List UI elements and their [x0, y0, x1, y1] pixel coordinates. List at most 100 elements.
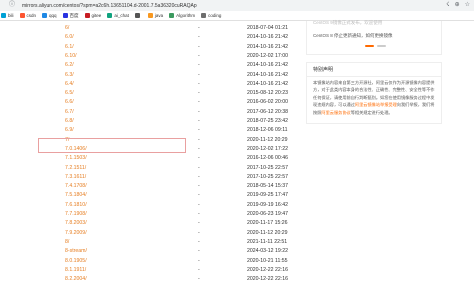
- bookmark-label: bili: [8, 13, 14, 18]
- directory-link[interactable]: 6.3/: [65, 71, 74, 80]
- notice-text: 等相关规定进行处理。: [350, 109, 393, 115]
- bookmark-favicon-icon: [107, 13, 113, 18]
- bookmark-item[interactable]: java: [147, 13, 164, 18]
- bookmark-label: gitee: [91, 13, 102, 18]
- table-row: 7.3.1611/ - 2017-10-25 22:57: [0, 173, 300, 182]
- table-row: 6.1/ - 2014-10-16 21:42: [0, 43, 300, 52]
- size-cell: -: [198, 62, 200, 69]
- notice-panel: 特别声明 本镜像站内容来自第三方开源社，阿里云仅作为开源镜像内容提供方，对于此类…: [306, 62, 442, 124]
- directory-link[interactable]: 7.9.2009/: [65, 229, 87, 238]
- directory-listing: 6/ - 2018-07-04 01:21 6.0/ - 2014-10-16 21:42…: [0, 21, 300, 291]
- table-row: 6.10/ - 2020-12-02 17:00: [0, 52, 300, 61]
- table-row: 7.2.1511/ - 2017-10-25 22:57: [0, 164, 300, 173]
- site-info-icon[interactable]: ⓘ: [9, 2, 15, 9]
- zoom-icon[interactable]: ⊕: [455, 2, 460, 9]
- date-cell: 2017-10-25 22:57: [247, 173, 288, 180]
- address-bar[interactable]: ⓘ mirrors.aliyun.com/centos/?spm=a2c6h.1…: [0, 0, 474, 11]
- bookmark-item[interactable]: gitee: [84, 13, 102, 18]
- size-cell: -: [198, 276, 200, 283]
- table-row: 6.0/ - 2014-10-16 21:42: [0, 33, 300, 42]
- directory-link[interactable]: 7.3.1611/: [65, 173, 86, 182]
- bookmark-favicon-icon: [1, 13, 6, 18]
- size-cell: -: [198, 52, 200, 59]
- size-cell: -: [198, 127, 200, 134]
- date-cell: 2019-09-19 16:42: [247, 201, 288, 208]
- date-cell: 2017-06-12 20:38: [247, 108, 288, 115]
- bookmarks-bar: bili csdn qqq 百度 gitee ai_chat java Algorithm co…: [0, 11, 474, 21]
- bookmark-label: ai_chat: [114, 13, 129, 18]
- directory-link[interactable]: 7.2.1511/: [65, 164, 86, 173]
- table-row: 6/ - 2018-07-04 01:21: [0, 24, 300, 33]
- translate-icon[interactable]: ☇: [446, 2, 449, 9]
- directory-link[interactable]: 8-stream/: [65, 247, 87, 256]
- directory-link[interactable]: 6.8/: [65, 117, 74, 126]
- directory-link[interactable]: 6/: [65, 24, 69, 33]
- directory-link[interactable]: 7.8.2003/: [65, 219, 87, 228]
- table-row: 7.8.2003/ - 2020-11-17 15:26: [0, 219, 300, 228]
- size-cell: -: [198, 164, 200, 171]
- date-cell: 2018-07-25 23:42: [247, 118, 288, 124]
- bookmark-item[interactable]: ai_chat: [107, 13, 129, 18]
- bookmark-item[interactable]: qqq: [42, 13, 57, 18]
- announcement-link-1[interactable]: CentOS 9镜像正式发布，欢迎使用: [313, 20, 382, 26]
- date-cell: 2020-12-22 22:16: [247, 266, 288, 273]
- size-cell: -: [198, 238, 200, 245]
- directory-link[interactable]: 7.7.1908/: [65, 210, 87, 219]
- directory-link[interactable]: 6.1/: [65, 43, 74, 52]
- size-cell: -: [198, 229, 200, 236]
- bookmark-favicon-icon: [169, 13, 175, 18]
- size-cell: -: [198, 248, 200, 255]
- url-text[interactable]: mirrors.aliyun.com/centos/?spm=a2c6h.136…: [22, 3, 197, 9]
- directory-link[interactable]: 6.7/: [65, 108, 74, 117]
- table-row: 7.6.1810/ - 2019-09-19 16:42: [0, 201, 300, 210]
- directory-link[interactable]: 8.2.2004/: [65, 275, 87, 284]
- directory-link[interactable]: 7.6.1810/: [65, 201, 87, 210]
- bookmark-item[interactable]: bili: [1, 13, 14, 18]
- bookmark-item[interactable]: csdn: [19, 13, 37, 18]
- table-row: 6.3/ - 2014-10-16 21:42: [0, 71, 300, 80]
- directory-link[interactable]: 6.5/: [65, 89, 74, 98]
- directory-link[interactable]: 6.2/: [65, 61, 74, 70]
- carousel-dot[interactable]: [365, 45, 374, 47]
- size-cell: -: [198, 80, 200, 87]
- bookmark-label: qqq: [49, 13, 57, 18]
- directory-link[interactable]: 8.1.1911/: [65, 266, 86, 275]
- carousel-dots[interactable]: [365, 45, 386, 47]
- directory-link[interactable]: 6.10/: [65, 52, 77, 61]
- directory-link[interactable]: 6.6/: [65, 98, 74, 107]
- date-cell: 2014-10-16 21:42: [247, 43, 288, 50]
- directory-link[interactable]: 6.0/: [65, 33, 74, 42]
- size-cell: -: [198, 220, 200, 227]
- date-cell: 2020-12-02 17:00: [247, 52, 288, 59]
- report-link[interactable]: 阿里云镜像站举报受理: [355, 102, 397, 107]
- date-cell: 2024-03-12 19:22: [247, 248, 288, 255]
- directory-link[interactable]: 8.0.1905/: [65, 257, 87, 266]
- bookmark-star-icon[interactable]: ☆: [465, 2, 470, 9]
- bookmark-item[interactable]: coding: [201, 13, 221, 18]
- directory-link[interactable]: 7.1.1503/: [65, 154, 87, 163]
- size-cell: -: [198, 71, 200, 78]
- table-row: 6.5/ - 2015-08-12 20:23: [0, 89, 300, 98]
- service-agreement-link[interactable]: 阿里云服务协议: [321, 110, 350, 115]
- size-cell: -: [198, 155, 200, 162]
- table-row: 8.2.2004/ - 2020-12-22 22:16: [0, 275, 300, 284]
- bookmark-label: java: [154, 13, 164, 18]
- notice-text: 向我们举报，我们: [396, 102, 431, 108]
- bookmark-label: csdn: [26, 13, 37, 18]
- size-cell: -: [198, 183, 200, 190]
- directory-link[interactable]: 6.4/: [65, 80, 74, 89]
- directory-link[interactable]: 7.5.1804/: [65, 191, 87, 200]
- directory-link[interactable]: 6.9/: [65, 126, 74, 135]
- directory-link[interactable]: 8/: [65, 238, 69, 247]
- directory-link[interactable]: 7.4.1708/: [65, 182, 87, 191]
- announcement-link-2[interactable]: CentOS 8 停止更新通知，如何更换镜像: [313, 33, 393, 39]
- bookmark-item[interactable]: Algorithm: [169, 13, 195, 18]
- table-row: 6.7/ - 2017-06-12 20:38: [0, 108, 300, 117]
- carousel-dot[interactable]: [377, 45, 386, 47]
- bookmark-item[interactable]: 百度: [62, 13, 79, 19]
- notice-title: 特别声明: [313, 67, 334, 73]
- bookmark-item[interactable]: [134, 13, 142, 18]
- size-cell: -: [198, 266, 200, 273]
- size-cell: -: [198, 118, 200, 124]
- table-row: 6.2/ - 2014-10-16 21:42: [0, 61, 300, 70]
